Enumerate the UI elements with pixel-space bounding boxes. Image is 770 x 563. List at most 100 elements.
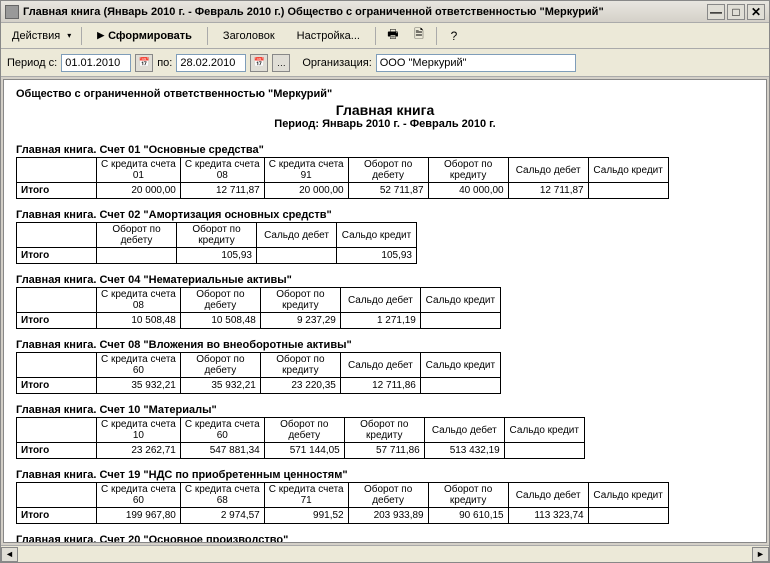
credit-col-header: С кредита счета10 [97, 418, 181, 443]
col-header: Сальдо дебет [257, 223, 337, 248]
cell-value: 113 323,74 [508, 508, 588, 524]
col-header: Оборот подебету [97, 223, 177, 248]
cell-value: 10 508,48 [180, 313, 260, 329]
cell-value [420, 378, 500, 394]
minimize-button[interactable]: — [707, 4, 725, 20]
row-label: Итого [17, 183, 97, 199]
section-title: Главная книга. Счет 20 "Основное произво… [16, 534, 754, 543]
form-button[interactable]: Сформировать [88, 27, 201, 45]
cell-value: 23 220,35 [260, 378, 340, 394]
credit-col-header: С кредита счета08 [97, 288, 181, 313]
col-header: Сальдо кредит [420, 288, 500, 313]
col-header: Сальдо дебет [508, 158, 588, 183]
cell-value: 90 610,15 [428, 508, 508, 524]
scroll-left-icon[interactable]: ◄ [1, 547, 18, 562]
cell-value: 105,93 [337, 248, 417, 264]
section-title: Главная книга. Счет 10 "Материалы" [16, 404, 754, 416]
period-chooser-button[interactable]: … [272, 54, 290, 72]
cell-value: 20 000,00 [97, 183, 181, 199]
param-bar: Период с: 📅 по: 📅 … Организация: [1, 49, 769, 77]
company-name: Общество с ограниченной ответственностью… [16, 88, 754, 100]
date-from-input[interactable] [61, 54, 131, 72]
credit-col-header: С кредита счета60 [97, 353, 181, 378]
empty-header [17, 158, 97, 183]
credit-col-header: С кредита счета01 [97, 158, 181, 183]
cell-value: 2 974,57 [180, 508, 264, 524]
col-header: Оборот покредиту [177, 223, 257, 248]
date-to-picker-icon[interactable]: 📅 [250, 54, 268, 72]
credit-col-header: С кредита счета60 [97, 483, 181, 508]
report-table: С кредита счета60С кредита счета68С кред… [16, 482, 669, 524]
app-icon [5, 5, 19, 19]
col-header: Сальдо кредит [504, 418, 584, 443]
report-table: С кредита счета10С кредита счета60Оборот… [16, 417, 585, 459]
close-button[interactable]: ✕ [747, 4, 765, 20]
actions-dropdown[interactable]: Действия [5, 27, 75, 45]
empty-header [17, 288, 97, 313]
cell-value: 35 932,21 [97, 378, 181, 394]
credit-col-header: С кредита счета71 [264, 483, 348, 508]
report-viewport[interactable]: Общество с ограниченной ответственностью… [3, 79, 767, 543]
col-header: Оборот покредиту [260, 288, 340, 313]
scroll-track[interactable] [18, 547, 752, 562]
empty-header [17, 483, 97, 508]
report-title: Главная книга [16, 102, 754, 118]
section-title: Главная книга. Счет 19 "НДС по приобрете… [16, 469, 754, 481]
section-title: Главная книга. Счет 04 "Нематериальные а… [16, 274, 754, 286]
credit-col-header: С кредита счета68 [180, 483, 264, 508]
date-from-picker-icon[interactable]: 📅 [135, 54, 153, 72]
cell-value: 105,93 [177, 248, 257, 264]
cell-value: 40 000,00 [428, 183, 508, 199]
cell-value [257, 248, 337, 264]
org-label: Организация: [302, 57, 371, 69]
cell-value: 20 000,00 [264, 183, 348, 199]
help-icon[interactable]: ? [443, 26, 465, 46]
cell-value: 203 933,89 [348, 508, 428, 524]
col-header: Сальдо дебет [340, 288, 420, 313]
scroll-right-icon[interactable]: ► [752, 547, 769, 562]
col-header: Сальдо кредит [588, 483, 668, 508]
row-label: Итого [17, 313, 97, 329]
cell-value: 23 262,71 [97, 443, 181, 459]
empty-header [17, 353, 97, 378]
col-header: Оборот покредиту [344, 418, 424, 443]
empty-header [17, 223, 97, 248]
cell-value: 513 432,19 [424, 443, 504, 459]
cell-value [588, 183, 668, 199]
window-title: Главная книга (Январь 2010 г. - Февраль … [23, 6, 707, 18]
toolbar: Действия Сформировать Заголовок Настройк… [1, 23, 769, 49]
cell-value: 52 711,87 [348, 183, 428, 199]
col-header: Оборот подебету [348, 158, 428, 183]
org-input[interactable] [376, 54, 576, 72]
col-header: Оборот подебету [180, 353, 260, 378]
cell-value [504, 443, 584, 459]
section-title: Главная книга. Счет 08 "Вложения во внео… [16, 339, 754, 351]
cell-value: 10 508,48 [97, 313, 181, 329]
print-icon[interactable]: 🖶 [382, 26, 404, 46]
cell-value: 991,52 [264, 508, 348, 524]
horizontal-scrollbar[interactable]: ◄ ► [1, 545, 769, 562]
maximize-button[interactable]: □ [727, 4, 745, 20]
col-header: Сальдо кредит [337, 223, 417, 248]
header-button[interactable]: Заголовок [214, 27, 284, 45]
cell-value: 571 144,05 [264, 443, 344, 459]
empty-header [17, 418, 97, 443]
col-header: Оборот подебету [348, 483, 428, 508]
cell-value: 35 932,21 [180, 378, 260, 394]
export-icon[interactable]: 🗎 [408, 26, 430, 46]
section-title: Главная книга. Счет 01 "Основные средств… [16, 144, 754, 156]
cell-value [420, 313, 500, 329]
report-table: С кредита счета60Оборот подебетуОборот п… [16, 352, 501, 394]
credit-col-header: С кредита счета60 [180, 418, 264, 443]
col-header: Сальдо дебет [508, 483, 588, 508]
col-header: Оборот покредиту [260, 353, 340, 378]
date-to-input[interactable] [176, 54, 246, 72]
row-label: Итого [17, 443, 97, 459]
col-header: Оборот подебету [264, 418, 344, 443]
setup-button[interactable]: Настройка... [288, 27, 369, 45]
col-header: Оборот покредиту [428, 483, 508, 508]
col-header: Оборот покредиту [428, 158, 508, 183]
cell-value: 547 881,34 [180, 443, 264, 459]
cell-value: 12 711,87 [180, 183, 264, 199]
cell-value: 1 271,19 [340, 313, 420, 329]
